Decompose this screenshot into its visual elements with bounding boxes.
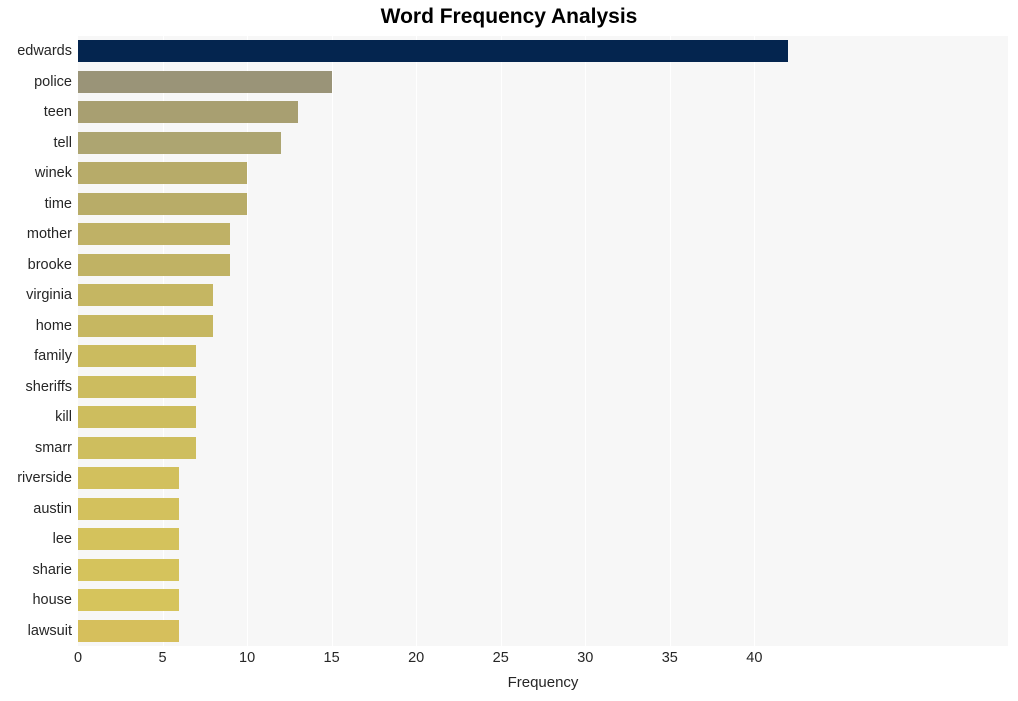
bar xyxy=(78,223,231,246)
bar xyxy=(78,558,180,581)
bar-row xyxy=(78,158,1008,189)
y-axis-tick-label: virginia xyxy=(26,287,72,303)
y-axis-tick-labels: edwards police teen tell winek time mother broo… xyxy=(0,36,72,646)
x-axis-tick-label: 10 xyxy=(239,650,256,666)
bar-row xyxy=(78,616,1008,647)
bar-row xyxy=(78,128,1008,159)
y-axis-tick-label: tell xyxy=(53,134,72,151)
bar-row xyxy=(78,341,1008,372)
y-axis-tick-label: teen xyxy=(43,104,72,120)
y-axis-tick-label: riverside xyxy=(17,470,72,486)
y-axis-tick-label: home xyxy=(35,317,72,334)
bar-row xyxy=(78,219,1008,250)
x-axis-tick-label: 15 xyxy=(323,650,340,666)
bar xyxy=(78,101,298,124)
bar xyxy=(78,40,789,63)
bar xyxy=(78,314,214,337)
bar xyxy=(78,375,197,398)
bar xyxy=(78,467,180,490)
x-axis-tick-label: 40 xyxy=(746,650,763,666)
word-frequency-bar-chart: Word Frequency Analysis edwards police tee… xyxy=(0,0,1018,701)
bar-row xyxy=(78,280,1008,311)
bar-row xyxy=(78,250,1008,281)
x-axis-tick-label: 35 xyxy=(661,650,678,666)
y-axis-tick-label: austin xyxy=(33,500,72,517)
x-axis-tick-label: 25 xyxy=(492,650,509,666)
bar xyxy=(78,162,248,185)
y-axis-tick-label: lawsuit xyxy=(27,622,72,639)
bar xyxy=(78,131,281,154)
bar-row xyxy=(78,433,1008,464)
bar-row xyxy=(78,67,1008,98)
y-axis-tick-label: mother xyxy=(26,226,72,242)
bar-row xyxy=(78,524,1008,555)
bar xyxy=(78,619,180,642)
x-axis-tick-labels: 0 5 10 15 20 25 30 35 40 xyxy=(0,646,1018,676)
bar xyxy=(78,253,231,276)
y-axis-tick-label: time xyxy=(44,195,72,212)
bar xyxy=(78,436,197,459)
x-axis-tick-label: 20 xyxy=(408,650,425,666)
x-axis-tick-label: 0 xyxy=(73,650,83,666)
bar-row xyxy=(78,585,1008,616)
chart-title: Word Frequency Analysis xyxy=(380,5,638,28)
y-axis-tick-label: house xyxy=(32,592,72,608)
bar-row xyxy=(78,402,1008,433)
y-axis-tick-label: brooke xyxy=(27,256,72,273)
y-axis-tick-label: sheriffs xyxy=(25,378,72,395)
bar-row xyxy=(78,36,1008,67)
bar-row xyxy=(78,494,1008,525)
y-axis-tick-label: smarr xyxy=(34,439,72,456)
bar xyxy=(78,284,214,307)
x-axis-tick-label: 30 xyxy=(577,650,594,666)
y-axis-tick-label: edwards xyxy=(17,43,72,59)
y-axis-tick-label: police xyxy=(34,73,72,90)
y-axis-tick-label: lee xyxy=(52,531,72,547)
bar xyxy=(78,497,180,520)
bar xyxy=(78,406,197,429)
x-axis-title: Frequency xyxy=(507,674,579,691)
bar xyxy=(78,192,248,215)
x-axis-tick-label: 5 xyxy=(158,650,167,666)
bar-row xyxy=(78,463,1008,494)
bar xyxy=(78,70,332,93)
bar-row xyxy=(78,97,1008,128)
bar xyxy=(78,589,180,612)
bar xyxy=(78,345,197,368)
y-axis-tick-label: family xyxy=(34,348,72,364)
bar-row xyxy=(78,311,1008,342)
y-axis-tick-label: sharie xyxy=(32,561,73,578)
y-axis-tick-label: kill xyxy=(55,409,72,425)
bar xyxy=(78,528,180,551)
bar-row xyxy=(78,372,1008,403)
bar-row xyxy=(78,189,1008,220)
y-axis-tick-label: winek xyxy=(34,165,72,181)
bars-layer xyxy=(78,36,1008,646)
bar-row xyxy=(78,555,1008,586)
